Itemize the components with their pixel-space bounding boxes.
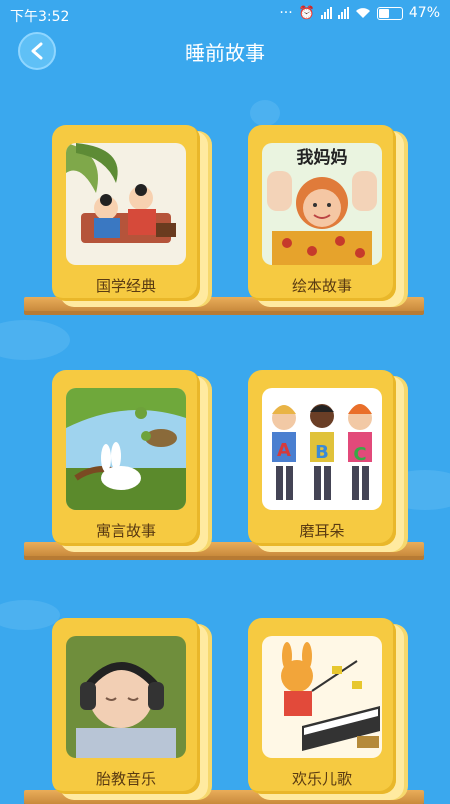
book-cover-image: 我妈妈 [262,143,382,265]
status-icons: ··· ⏰ 47% [279,5,440,21]
letter-b: B [315,442,329,463]
alarm-icon: ⏰ [298,5,315,21]
page-title: 睡前故事 [185,41,265,65]
cover-title-text: 我妈妈 [297,147,348,168]
book-label: 磨耳朵 [299,522,345,540]
book-cover-image [66,143,186,265]
cloud-decoration [0,320,70,360]
cloud-decoration [0,600,60,630]
book-moerduo[interactable]: A B C 磨耳朵 [248,370,404,552]
book-cover-image [66,388,186,510]
signal-icon-2 [337,7,349,19]
book-cover-image [66,636,186,758]
status-bar: 下午3:52 ··· ⏰ 47% [0,0,450,28]
book-label: 寓言故事 [95,522,156,540]
signal-icon [320,7,332,19]
cloud-decoration [250,100,280,126]
book-label: 胎教音乐 [95,770,156,788]
letter-c: C [353,444,366,465]
book-label: 欢乐儿歌 [291,770,352,788]
wifi-icon [355,7,371,19]
battery-icon [376,6,403,20]
letter-a: A [277,440,291,461]
battery-percent: 47% [408,5,440,21]
app-bar: 睡前故事 [0,28,450,74]
status-time: 下午3:52 [10,9,70,25]
book-label: 国学经典 [95,277,156,295]
book-huiben[interactable]: 我妈妈 绘本故事 [248,125,404,307]
book-erge[interactable]: 欢乐儿歌 [248,618,404,800]
book-label: 绘本故事 [291,277,352,295]
book-guoxue[interactable]: 国学经典 [52,125,208,307]
book-yuyan[interactable]: 寓言故事 [52,370,208,552]
book-cover-image: A B C [262,388,382,510]
book-cover-image [262,636,382,758]
book-taijiao[interactable]: 胎教音乐 [52,618,208,800]
more-dots-icon: ··· [279,5,293,21]
